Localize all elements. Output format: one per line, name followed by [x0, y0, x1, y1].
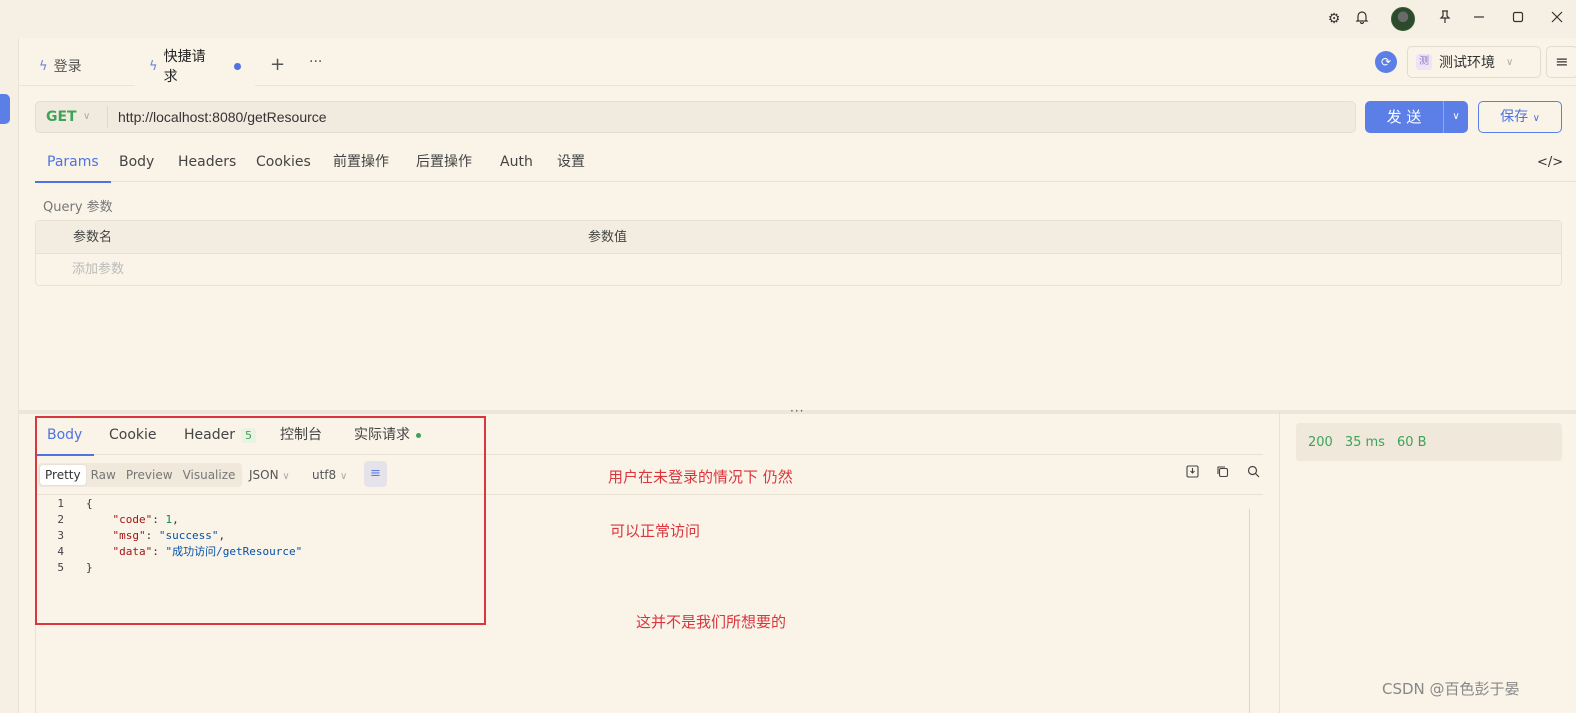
chevron-down-icon: ∨ [1532, 113, 1540, 124]
params-header-row: 参数名 参数值 [36, 221, 1561, 254]
code-icon[interactable]: </> [1537, 143, 1563, 182]
add-param-input[interactable]: 添加参数 [72, 254, 124, 286]
notification-bell-icon[interactable] [1353, 10, 1371, 28]
more-tabs-button[interactable]: ··· [309, 54, 322, 70]
annotation-text: 这并不是我们所想要的 [636, 613, 787, 631]
tab-quick-request[interactable]: ϟ 快捷请求 [135, 46, 255, 86]
annotation-highlight-box [35, 416, 486, 625]
tab-headers[interactable]: Headers [178, 143, 236, 182]
lightning-icon: ϟ [39, 58, 48, 74]
response-size: 60 B [1396, 434, 1427, 450]
user-avatar[interactable] [1391, 7, 1415, 31]
tab-post-request[interactable]: 后置操作 [416, 143, 472, 182]
tab-label: 登录 [53, 59, 82, 75]
tab-login[interactable]: ϟ 登录 [25, 46, 96, 86]
lightning-icon: ϟ [149, 58, 158, 74]
watermark: CSDN @百色彭于晏 [1382, 680, 1520, 698]
query-params-label: Query 参数 [43, 200, 113, 215]
chevron-down-icon: ∨ [1506, 56, 1514, 68]
tab-settings[interactable]: 设置 [557, 143, 585, 182]
params-table: 参数名 参数值 添加参数 [35, 220, 1562, 286]
minimize-icon[interactable] [1470, 10, 1488, 28]
send-label: 发 送 [1386, 108, 1422, 126]
tab-params[interactable]: Params [35, 143, 111, 183]
search-icon[interactable] [1244, 465, 1262, 483]
tab-pre-request[interactable]: 前置操作 [333, 143, 389, 182]
hamburger-menu-icon[interactable]: ≡ [1546, 46, 1576, 78]
annotation-text: 用户在未登录的情况下 仍然 [608, 468, 793, 486]
unsaved-dot-icon [234, 62, 241, 70]
sidebar-active-marker[interactable] [0, 94, 10, 124]
environment-select[interactable]: 测 测试环境 ∨ [1407, 46, 1541, 78]
response-status-panel: 200 35 ms 60 B [1279, 410, 1576, 713]
tab-cookies[interactable]: Cookies [256, 143, 311, 182]
chevron-down-icon[interactable]: ∨ [1443, 101, 1468, 133]
divider [107, 106, 108, 128]
chevron-down-icon[interactable]: ∨ [83, 102, 90, 132]
tab-label: 快捷请求 [163, 49, 206, 85]
param-name-header: 参数名 [73, 230, 113, 245]
status-summary: 200 35 ms 60 B [1296, 423, 1562, 461]
request-tab-bar: ϟ 登录 ϟ 快捷请求 + ··· ⟳ 测 测试环境 ∨ ≡ [19, 38, 1576, 86]
param-value-header: 参数值 [588, 230, 628, 245]
status-code: 200 [1308, 434, 1333, 450]
download-icon[interactable] [1183, 465, 1201, 483]
tab-auth[interactable]: Auth [500, 143, 533, 182]
tab-body[interactable]: Body [119, 143, 154, 182]
close-icon[interactable] [1548, 10, 1566, 28]
url-bar: GET ∨ [35, 101, 1356, 133]
request-options-tabs: Params Body Headers Cookies 前置操作 后置操作 Au… [35, 143, 1576, 183]
save-label: 保存 [1500, 109, 1529, 125]
env-name: 测试环境 [1439, 55, 1495, 71]
url-input[interactable] [118, 102, 1338, 132]
send-button[interactable]: 发 送 ∨ [1365, 101, 1468, 133]
copy-icon[interactable] [1213, 465, 1231, 483]
sync-icon[interactable]: ⟳ [1375, 51, 1397, 73]
title-bar: ⚙ [0, 0, 1576, 38]
settings-gear-icon[interactable]: ⚙ [1325, 10, 1343, 28]
left-sidebar [0, 38, 19, 713]
method-select[interactable]: GET [46, 102, 77, 132]
response-time: 35 ms [1344, 434, 1385, 450]
pin-icon[interactable] [1436, 10, 1454, 28]
annotation-text: 可以正常访问 [610, 522, 701, 540]
add-tab-button[interactable]: + [270, 54, 285, 75]
save-button[interactable]: 保存 ∨ [1478, 101, 1562, 133]
env-badge: 测 [1416, 54, 1432, 70]
code-scrollbar[interactable] [1249, 509, 1250, 713]
maximize-icon[interactable] [1509, 10, 1527, 28]
